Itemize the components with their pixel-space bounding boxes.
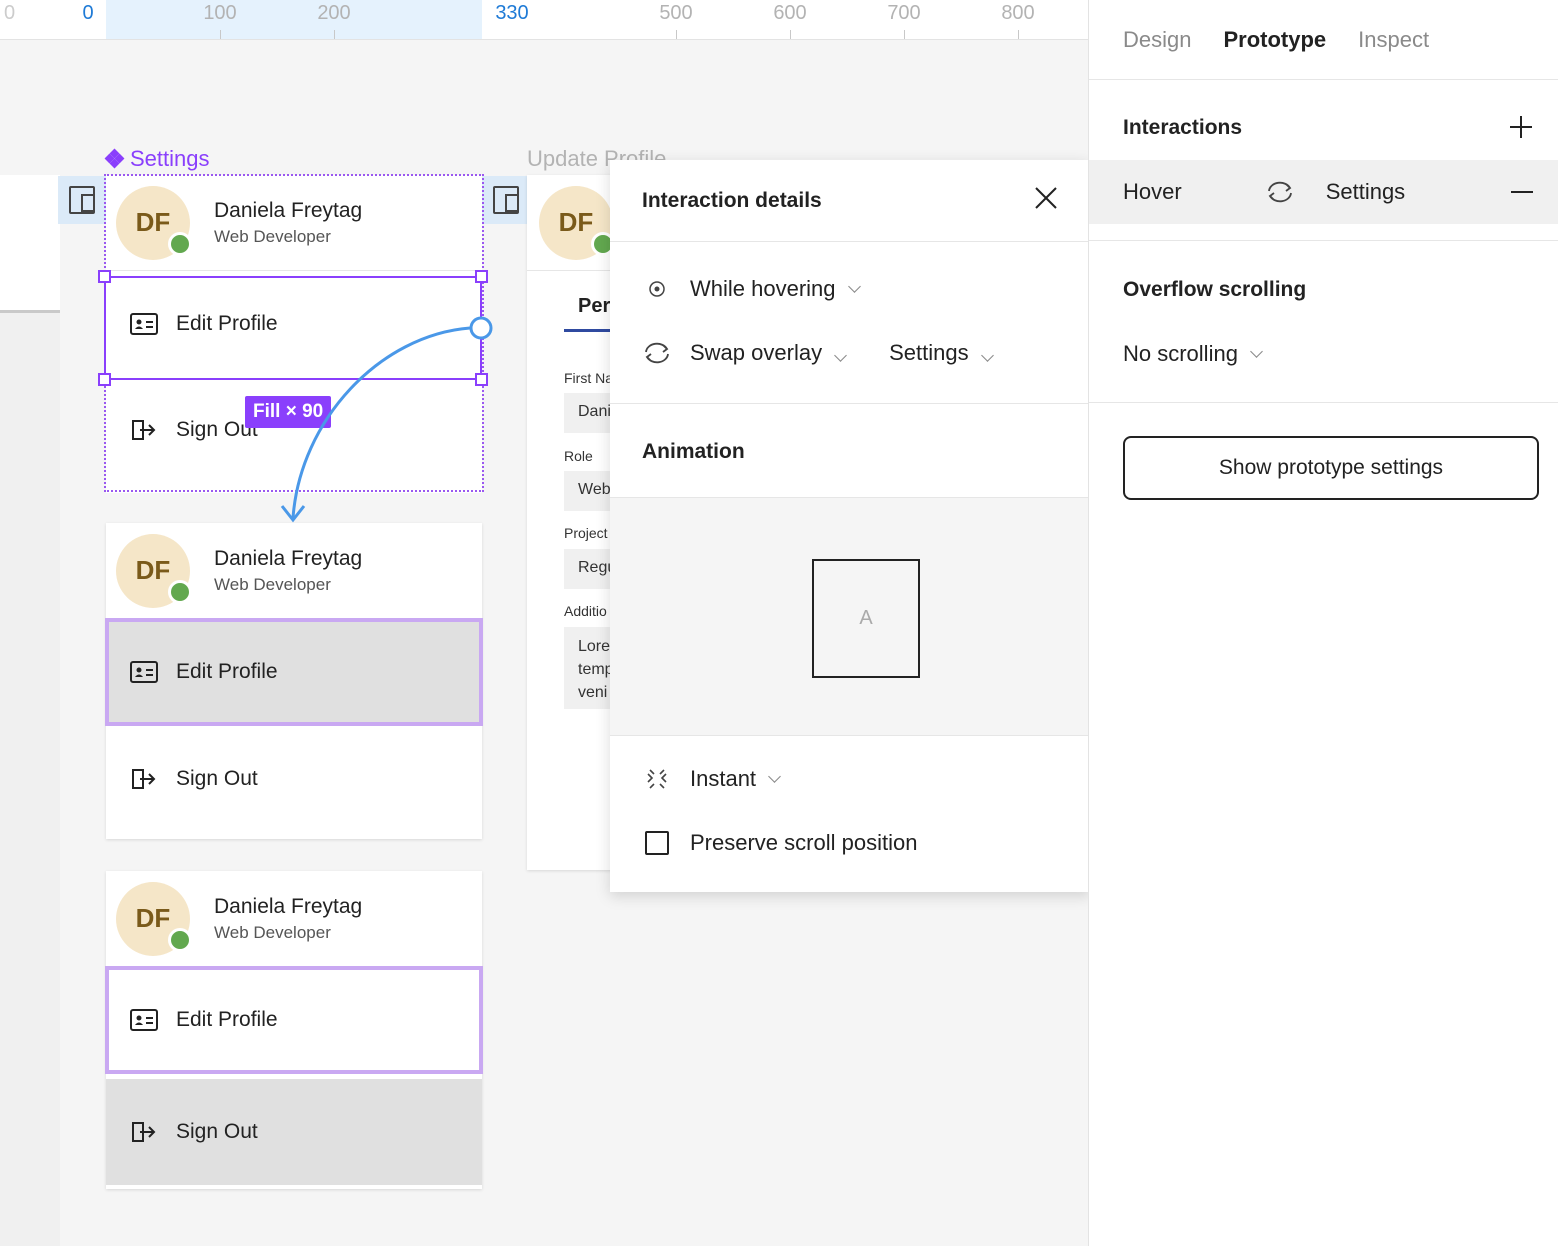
ruler-mark: 500 — [659, 2, 693, 24]
chevron-down-icon — [1250, 344, 1263, 358]
chevron-down-icon — [768, 769, 781, 783]
panel-tabs: Design Prototype Inspect — [1089, 0, 1558, 80]
profile-header: DF Daniela Freytag Web Developer — [106, 871, 482, 967]
tab-personal[interactable]: Per — [578, 295, 610, 318]
destination-dropdown[interactable]: Settings — [889, 340, 994, 366]
interaction-details-popover: Interaction details While hovering Swap … — [610, 160, 1090, 892]
ruler-tick — [790, 30, 791, 39]
ruler-mark: 600 — [773, 2, 807, 24]
profile-header: DF Daniela Freytag Web Developer — [106, 523, 482, 619]
divider — [1089, 402, 1558, 403]
chevron-down-icon — [847, 279, 861, 293]
close-icon[interactable] — [1034, 186, 1058, 215]
animation-preview-area: A — [610, 497, 1090, 736]
action-row: Swap overlay Settings — [642, 340, 994, 366]
first-name-label: First Na — [564, 370, 613, 386]
preserve-scroll-row[interactable]: Preserve scroll position — [642, 830, 917, 856]
preserve-scroll-label: Preserve scroll position — [690, 830, 918, 855]
ruler-tick — [220, 30, 221, 39]
instant-transition-icon — [642, 768, 672, 790]
divider — [1089, 240, 1558, 241]
online-status-dot — [168, 927, 192, 952]
ruler-mark: 200 — [317, 2, 351, 24]
properties-panel: Design Prototype Inspect Interactions Ho… — [1088, 0, 1558, 1246]
interaction-target: Settings — [1325, 179, 1406, 204]
chevron-down-icon — [834, 349, 847, 362]
project-label: Project — [564, 525, 608, 541]
id-card-icon — [130, 661, 158, 683]
interaction-trigger: Hover — [1123, 179, 1182, 204]
settings-card-edit-hover[interactable]: DF Daniela Freytag Web Developer Edit Pr… — [105, 523, 483, 839]
ruler-mark: 700 — [887, 2, 921, 24]
user-role: Web Developer — [214, 574, 331, 594]
interactions-title: Interactions — [1123, 116, 1243, 139]
edit-profile-label: Edit Profile — [176, 660, 278, 683]
swap-overlay-icon — [642, 340, 672, 366]
transition-value: Instant — [690, 766, 757, 791]
sign-out-item[interactable]: Sign Out — [106, 1079, 482, 1185]
edit-profile-item[interactable]: Edit Profile — [105, 618, 483, 726]
ruler-mark: 800 — [1001, 2, 1035, 24]
overflow-dropdown[interactable]: No scrolling — [1123, 341, 1263, 367]
popover-title: Interaction details — [642, 188, 822, 212]
sign-out-item[interactable]: Sign Out — [106, 725, 482, 831]
add-interaction-plus-icon[interactable] — [1510, 116, 1532, 138]
divider — [610, 403, 1090, 404]
overflow-scrolling-title: Overflow scrolling — [1123, 278, 1307, 301]
horizontal-ruler: 0 0 100 200 330 500 600 700 800 — [0, 0, 1088, 40]
animation-preview-frame: A — [812, 559, 920, 678]
animation-title: Animation — [642, 440, 745, 463]
ruler-mark: 330 — [495, 2, 529, 24]
tab-inspect[interactable]: Inspect — [1358, 27, 1429, 53]
user-name: Daniela Freytag — [214, 546, 363, 570]
ruler-tick — [1018, 30, 1019, 39]
transition-dropdown[interactable]: Instant — [642, 766, 781, 792]
ruler-tick — [676, 30, 677, 39]
id-card-icon — [130, 1009, 158, 1031]
avatar: DF — [539, 185, 615, 260]
online-status-dot — [168, 579, 192, 604]
trigger-value: While hovering — [690, 276, 836, 301]
interaction-item-hover[interactable]: Hover Settings — [1089, 160, 1558, 224]
swap-overlay-icon — [1264, 179, 1296, 205]
overflow-value: No scrolling — [1123, 341, 1238, 366]
edit-profile-item[interactable]: Edit Profile — [105, 966, 483, 1074]
avatar: DF — [116, 881, 192, 956]
avatar: DF — [116, 533, 192, 608]
ruler-tick — [334, 30, 335, 39]
ruler-mark: 0 — [82, 2, 94, 24]
action-dropdown[interactable]: Swap overlay — [690, 340, 847, 366]
tab-prototype[interactable]: Prototype — [1223, 27, 1326, 53]
role-label: Role — [564, 448, 593, 464]
edit-profile-label: Edit Profile — [176, 1008, 278, 1031]
tab-design[interactable]: Design — [1123, 27, 1191, 53]
additional-label: Additio — [564, 603, 607, 619]
trigger-dropdown[interactable]: While hovering — [642, 276, 861, 302]
hover-trigger-icon — [642, 279, 672, 299]
ruler-tick — [904, 30, 905, 39]
popover-header: Interaction details — [610, 160, 1090, 242]
sign-out-label: Sign Out — [176, 1120, 258, 1143]
settings-card-signout-hover[interactable]: DF Daniela Freytag Web Developer Edit Pr… — [105, 871, 483, 1189]
ruler-edge-label: 0 — [4, 2, 16, 24]
ruler-mark: 100 — [203, 2, 237, 24]
user-name: Daniela Freytag — [214, 894, 363, 918]
ruler-selection-range — [106, 0, 482, 39]
remove-interaction-minus-icon[interactable] — [1511, 191, 1533, 193]
show-prototype-settings-button[interactable]: Show prototype settings — [1123, 436, 1539, 500]
sign-out-label: Sign Out — [176, 766, 258, 790]
preserve-scroll-checkbox[interactable] — [645, 831, 669, 855]
chevron-down-icon — [980, 349, 994, 362]
sign-out-icon — [130, 768, 158, 790]
sign-out-icon — [130, 1121, 158, 1143]
user-role: Web Developer — [214, 922, 331, 942]
